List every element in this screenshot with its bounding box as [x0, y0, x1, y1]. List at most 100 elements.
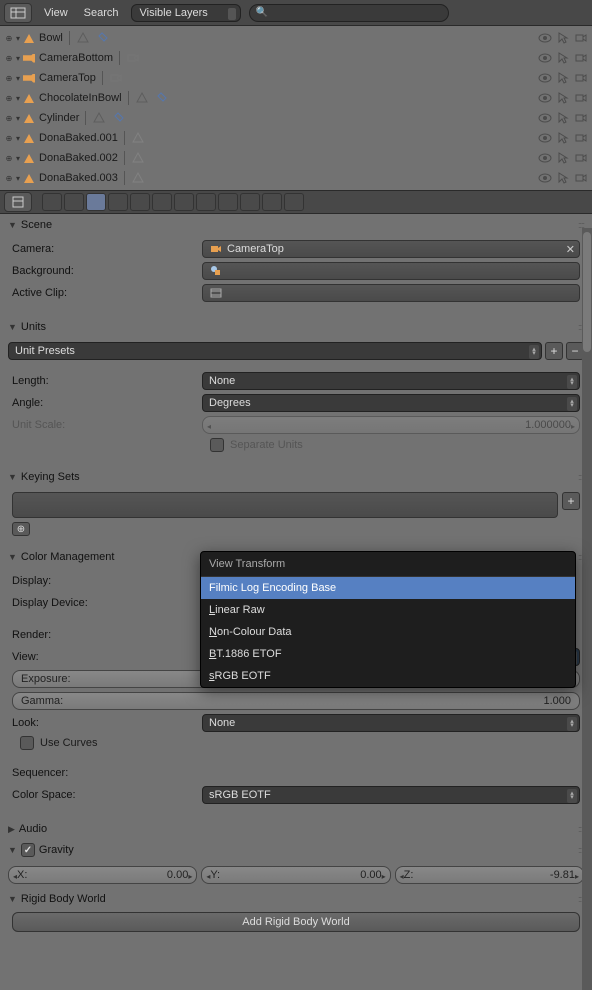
- outliner-item[interactable]: ⊕ ▾ Cylinder: [4, 108, 588, 128]
- tab-material[interactable]: [218, 193, 238, 211]
- mesh-data-icon[interactable]: [131, 151, 145, 165]
- outliner-item[interactable]: ⊕ ▾ DonaBaked.001: [4, 128, 588, 148]
- selectable-icon[interactable]: [556, 51, 570, 65]
- expand-icon[interactable]: ⊕: [4, 73, 14, 83]
- unit-presets-dropdown[interactable]: Unit Presets ▴▾: [8, 342, 542, 360]
- popup-item-bt1886[interactable]: BT.1886 ETOF: [201, 643, 575, 665]
- render-visibility-icon[interactable]: [574, 131, 588, 145]
- visibility-icon[interactable]: [538, 111, 552, 125]
- length-dropdown[interactable]: None▴▾: [202, 372, 580, 390]
- tab-constraints[interactable]: [152, 193, 172, 211]
- gravity-x-field[interactable]: ◂ X: 0.00 ▸: [8, 866, 197, 884]
- outliner-item[interactable]: ⊕ ▾ Bowl: [4, 28, 588, 48]
- keying-sets-list[interactable]: [12, 492, 558, 518]
- outliner-item[interactable]: ⊕ ▾ CameraTop: [4, 68, 588, 88]
- popup-item-filmic[interactable]: Filmic Log Encoding Base: [201, 577, 575, 599]
- tab-render[interactable]: [42, 193, 62, 211]
- render-visibility-icon[interactable]: [574, 151, 588, 165]
- expand-icon[interactable]: ⊕: [4, 133, 14, 143]
- increment-icon[interactable]: ▸: [568, 418, 578, 434]
- popup-item-linear[interactable]: Linear Raw: [201, 599, 575, 621]
- panel-header-gravity[interactable]: ▼ Gravity ::::: [4, 840, 588, 860]
- panel-header-rigid-body[interactable]: ▼ Rigid Body World ::::: [4, 890, 588, 908]
- increment-icon[interactable]: ▸: [379, 868, 389, 884]
- gravity-z-field[interactable]: ◂ Z: -9.81 ▸: [395, 866, 584, 884]
- decrement-icon[interactable]: ◂: [204, 418, 214, 434]
- render-visibility-icon[interactable]: [574, 91, 588, 105]
- tab-scene[interactable]: [86, 193, 106, 211]
- mesh-data-icon[interactable]: [92, 111, 106, 125]
- outliner-item[interactable]: ⊕ ▾ DonaBaked.002: [4, 148, 588, 168]
- editor-type-icon[interactable]: [4, 3, 32, 23]
- modifier-icon[interactable]: [112, 111, 126, 125]
- tab-modifiers[interactable]: [174, 193, 194, 211]
- tab-physics[interactable]: [284, 193, 304, 211]
- panel-header-units[interactable]: ▼ Units ::::: [4, 318, 588, 336]
- mesh-data-icon[interactable]: [135, 91, 149, 105]
- selectable-icon[interactable]: [556, 171, 570, 185]
- mesh-data-icon[interactable]: [76, 31, 90, 45]
- modifier-icon[interactable]: [96, 31, 110, 45]
- visibility-icon[interactable]: [538, 151, 552, 165]
- expand-icon[interactable]: ⊕: [4, 33, 14, 43]
- visibility-icon[interactable]: [538, 51, 552, 65]
- visibility-icon[interactable]: [538, 131, 552, 145]
- editor-type-icon[interactable]: [4, 192, 32, 212]
- menu-search[interactable]: Search: [80, 7, 123, 19]
- render-visibility-icon[interactable]: [574, 51, 588, 65]
- decrement-icon[interactable]: ◂: [397, 868, 407, 884]
- tab-data[interactable]: [196, 193, 216, 211]
- active-clip-field[interactable]: [202, 284, 580, 302]
- increment-icon[interactable]: ▸: [572, 868, 582, 884]
- expand-icon[interactable]: ⊕: [4, 153, 14, 163]
- expand-icon[interactable]: ⊕: [4, 93, 14, 103]
- panel-header-scene[interactable]: ▼ Scene ::::: [4, 216, 588, 234]
- selectable-icon[interactable]: [556, 131, 570, 145]
- increment-icon[interactable]: ▸: [185, 868, 195, 884]
- background-field[interactable]: [202, 262, 580, 280]
- tab-render-layers[interactable]: [64, 193, 84, 211]
- outliner-item[interactable]: ⊕ ▾ DonaBaked.003: [4, 168, 588, 188]
- modifier-icon[interactable]: [155, 91, 169, 105]
- visibility-icon[interactable]: [538, 71, 552, 85]
- separate-units-checkbox[interactable]: [210, 438, 224, 452]
- render-visibility-icon[interactable]: [574, 31, 588, 45]
- panel-header-keying[interactable]: ▼ Keying Sets ::::: [4, 468, 588, 486]
- use-curves-checkbox[interactable]: [20, 736, 34, 750]
- add-rigid-body-world-button[interactable]: Add Rigid Body World: [12, 912, 580, 932]
- camera-data-icon[interactable]: [126, 51, 140, 65]
- outliner-item[interactable]: ⊕ ▾ ChocolateInBowl: [4, 88, 588, 108]
- tab-texture[interactable]: [240, 193, 260, 211]
- render-visibility-icon[interactable]: [574, 71, 588, 85]
- visible-layers-dropdown[interactable]: Visible Layers: [131, 4, 241, 22]
- decrement-icon[interactable]: ◂: [10, 868, 20, 884]
- scrollbar-thumb[interactable]: [583, 232, 591, 352]
- selectable-icon[interactable]: [556, 91, 570, 105]
- camera-data-icon[interactable]: [109, 71, 123, 85]
- popup-item-srgb[interactable]: sRGB EOTF: [201, 665, 575, 687]
- selectable-icon[interactable]: [556, 71, 570, 85]
- add-keying-set-button[interactable]: +: [562, 492, 580, 510]
- clear-icon[interactable]: ✕: [566, 243, 575, 256]
- mesh-data-icon[interactable]: [131, 131, 145, 145]
- expand-icon[interactable]: ⊕: [4, 173, 14, 183]
- mesh-data-icon[interactable]: [131, 171, 145, 185]
- tab-particles[interactable]: [262, 193, 282, 211]
- camera-field[interactable]: CameraTop ✕: [202, 240, 580, 258]
- look-dropdown[interactable]: None▴▾: [202, 714, 580, 732]
- popup-item-noncolour[interactable]: Non-Colour Data: [201, 621, 575, 643]
- render-visibility-icon[interactable]: [574, 111, 588, 125]
- selectable-icon[interactable]: [556, 111, 570, 125]
- angle-dropdown[interactable]: Degrees▴▾: [202, 394, 580, 412]
- render-visibility-icon[interactable]: [574, 171, 588, 185]
- visibility-icon[interactable]: [538, 31, 552, 45]
- gravity-y-field[interactable]: ◂ Y: 0.00 ▸: [201, 866, 390, 884]
- unit-scale-field[interactable]: ◂ 1.000000 ▸: [202, 416, 580, 434]
- color-space-dropdown[interactable]: sRGB EOTF▴▾: [202, 786, 580, 804]
- visibility-icon[interactable]: [538, 91, 552, 105]
- expand-icon[interactable]: ⊕: [4, 113, 14, 123]
- tab-world[interactable]: [108, 193, 128, 211]
- selectable-icon[interactable]: [556, 151, 570, 165]
- menu-view[interactable]: View: [40, 7, 72, 19]
- tab-object[interactable]: [130, 193, 150, 211]
